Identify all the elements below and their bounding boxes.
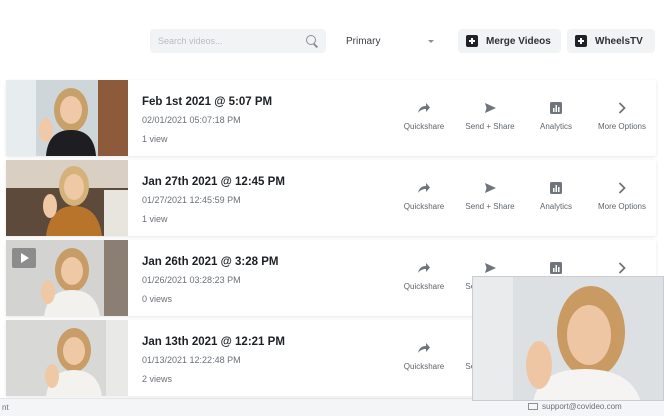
mail-icon: [528, 403, 538, 410]
video-title[interactable]: Jan 27th 2021 @ 12:45 PM: [142, 176, 285, 188]
video-thumbnail[interactable]: [6, 240, 128, 316]
video-datetime: 01/26/2021 03:28:23 PM: [142, 275, 241, 285]
quickshare-button[interactable]: Quickshare: [394, 340, 454, 371]
more-options-button[interactable]: More Options: [592, 100, 652, 131]
add-square-icon: [466, 35, 478, 47]
folder-select-value: Primary: [346, 35, 381, 47]
send-share-button[interactable]: Send + Share: [460, 100, 520, 131]
play-icon[interactable]: [12, 248, 36, 268]
analytics-label: Analytics: [539, 202, 572, 211]
video-row[interactable]: Feb 1st 2021 @ 5:07 PM 02/01/2021 05:07:…: [6, 80, 656, 156]
merge-videos-label: Merge Videos: [486, 35, 551, 47]
send-share-label: Send + Share: [465, 202, 515, 211]
video-thumbnail[interactable]: [6, 320, 128, 396]
top-toolbar: Primary Merge Videos WheelsTV: [0, 0, 664, 80]
analytics-button[interactable]: Analytics: [526, 180, 586, 211]
support-link[interactable]: support@covideo.com: [528, 402, 622, 411]
send-share-button[interactable]: Send + Share: [460, 180, 520, 211]
quickshare-label: Quickshare: [403, 202, 445, 211]
video-title[interactable]: Jan 26th 2021 @ 3:28 PM: [142, 256, 279, 268]
chevron-right-icon: [618, 182, 626, 194]
video-title[interactable]: Feb 1st 2021 @ 5:07 PM: [142, 96, 272, 108]
quickshare-label: Quickshare: [403, 362, 445, 371]
more-options-button[interactable]: More Options: [592, 180, 652, 211]
quickshare-button[interactable]: Quickshare: [394, 180, 454, 211]
send-icon: [484, 263, 496, 273]
quickshare-button[interactable]: Quickshare: [394, 260, 454, 291]
share-arrow-icon: [418, 263, 430, 273]
video-row[interactable]: Jan 27th 2021 @ 12:45 PM 01/27/2021 12:4…: [6, 160, 656, 236]
chevron-right-icon: [618, 102, 626, 114]
send-icon: [484, 183, 496, 193]
merge-videos-button[interactable]: Merge Videos: [458, 29, 561, 53]
chevron-down-icon: [428, 39, 434, 43]
search-box[interactable]: [150, 29, 326, 53]
quickshare-label: Quickshare: [403, 282, 445, 291]
video-title[interactable]: Jan 13th 2021 @ 12:21 PM: [142, 336, 285, 348]
video-datetime: 01/27/2021 12:45:59 PM: [142, 195, 241, 205]
analytics-button[interactable]: Analytics: [526, 100, 586, 131]
chevron-right-icon: [618, 262, 626, 274]
video-views: 1 view: [142, 214, 168, 224]
analytics-icon: [550, 262, 562, 274]
wheelstv-label: WheelsTV: [595, 35, 643, 47]
folder-select[interactable]: Primary: [337, 29, 443, 53]
video-views: 1 view: [142, 134, 168, 144]
more-options-label: More Options: [597, 122, 647, 131]
quickshare-label: Quickshare: [403, 122, 445, 131]
wheelstv-button[interactable]: WheelsTV: [567, 29, 655, 53]
quickshare-button[interactable]: Quickshare: [394, 100, 454, 131]
add-square-icon: [575, 35, 587, 47]
status-left-text: nt: [2, 403, 9, 412]
video-thumbnail[interactable]: [6, 160, 128, 236]
send-share-label: Send + Share: [465, 122, 515, 131]
video-thumbnail[interactable]: [6, 80, 128, 156]
more-options-label: More Options: [597, 202, 647, 211]
webcam-preview[interactable]: [472, 276, 664, 401]
analytics-label: Analytics: [539, 122, 572, 131]
send-icon: [484, 103, 496, 113]
video-views: 2 views: [142, 374, 173, 384]
share-arrow-icon: [418, 103, 430, 113]
support-email[interactable]: support@covideo.com: [542, 402, 622, 411]
search-input[interactable]: [158, 36, 306, 46]
share-arrow-icon: [418, 183, 430, 193]
analytics-icon: [550, 182, 562, 194]
video-datetime: 01/13/2021 12:22:48 PM: [142, 355, 241, 365]
share-arrow-icon: [418, 343, 430, 353]
video-views: 0 views: [142, 294, 173, 304]
search-icon[interactable]: [306, 35, 318, 47]
analytics-icon: [550, 102, 562, 114]
video-datetime: 02/01/2021 05:07:18 PM: [142, 115, 241, 125]
